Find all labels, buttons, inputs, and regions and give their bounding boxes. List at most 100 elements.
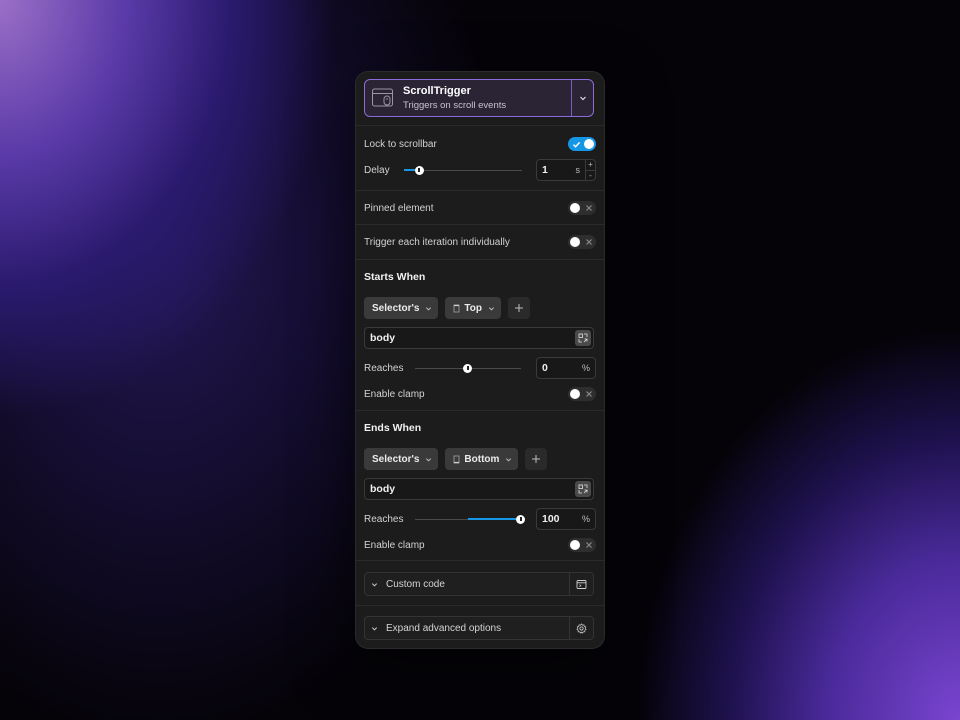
custom-code-section: Custom code [356,561,604,606]
ends-clamp-toggle[interactable] [568,538,596,552]
slider-thumb[interactable] [414,165,424,175]
toggle-knob [570,237,580,247]
toggle-knob [584,139,594,149]
gear-icon [576,622,587,634]
slider-thumb[interactable] [463,363,473,373]
reaches-value[interactable]: 100 [537,513,582,525]
ends-selector-dropdown[interactable]: Selector's [364,448,439,470]
selector-label: Selector's [372,302,420,314]
chevron-down-icon [371,581,378,588]
delay-unit: s [575,165,580,175]
selector-label: Selector's [372,453,420,465]
trigger-type-dropdown[interactable]: ScrollTrigger Triggers on scroll events [364,79,594,117]
iteration-toggle[interactable] [568,235,596,249]
clamp-label: Enable clamp [364,388,425,400]
add-condition-button[interactable] [508,297,530,319]
check-icon [569,137,583,151]
reaches-label: Reaches [364,513,404,525]
element-picker-icon[interactable] [575,481,591,497]
slider-fill [467,518,521,520]
x-icon [582,538,596,552]
delay-label: Delay [364,164,390,176]
pinned-toggle[interactable] [568,201,596,215]
trigger-title: ScrollTrigger [403,84,471,97]
ends-reaches-slider[interactable] [414,513,526,525]
starts-position-dropdown[interactable]: Top [445,297,501,319]
custom-code-collapsible[interactable]: Custom code [364,572,594,596]
settings-button[interactable] [569,617,593,639]
trigger-type-main[interactable]: ScrollTrigger Triggers on scroll events [365,80,571,116]
x-icon [582,235,596,249]
position-label: Top [464,302,482,314]
starts-reaches-input[interactable]: 0 % [536,357,596,379]
align-top-icon [453,304,460,313]
pinned-label: Pinned element [364,202,434,214]
advanced-header[interactable]: Expand advanced options [365,617,569,639]
selector-value[interactable]: body [365,332,395,344]
lock-delay-section: Lock to scrollbar Delay 1 s + - [356,126,604,191]
starts-reaches-row: Reaches 0 % [364,357,596,379]
ends-reaches-input[interactable]: 100 % [536,508,596,530]
element-picker-icon[interactable] [575,330,591,346]
chevron-down-icon [425,305,432,312]
clamp-label: Enable clamp [364,539,425,551]
lock-row: Lock to scrollbar [364,137,596,151]
iteration-label: Trigger each iteration individually [364,236,510,248]
slider-thumb[interactable] [516,514,526,524]
delay-stepper[interactable]: + - [584,160,595,181]
ends-when-section: Ends When Selector's Bottom body Reaches… [356,411,604,561]
delay-input[interactable]: 1 s + - [535,159,596,181]
toggle-knob [570,203,580,213]
starts-clamp-toggle[interactable] [568,387,596,401]
starts-reaches-slider[interactable] [414,362,521,374]
ends-selector-row: Selector's Bottom [364,448,596,470]
trigger-subtitle: Triggers on scroll events [403,99,507,111]
iteration-section: Trigger each iteration individually [356,225,604,260]
advanced-section: Expand advanced options [356,606,604,647]
align-bottom-icon [453,455,460,464]
pinned-section: Pinned element [356,191,604,225]
ends-reaches-row: Reaches 100 % [364,508,596,530]
custom-code-header[interactable]: Custom code [365,573,569,595]
starts-heading-row: Starts When [364,271,596,283]
code-window-button[interactable] [569,573,593,595]
trigger-dropdown-button[interactable] [571,80,593,116]
starts-selector-dropdown[interactable]: Selector's [364,297,439,319]
increment-button[interactable]: + [585,160,595,171]
ends-position-dropdown[interactable]: Bottom [445,448,519,470]
trigger-section: ScrollTrigger Triggers on scroll events [356,72,604,126]
decrement-button[interactable]: - [586,171,595,181]
delay-value[interactable]: 1 [537,164,576,176]
reaches-value[interactable]: 0 [537,362,582,374]
delay-slider[interactable] [403,164,522,176]
toggle-knob [570,540,580,550]
chevron-down-icon [488,305,495,312]
lock-toggle[interactable] [568,137,596,151]
starts-selector-input[interactable]: body [364,327,594,349]
ends-heading: Ends When [364,422,422,434]
chevron-down-icon [371,625,378,632]
plus-icon [515,304,523,312]
starts-when-section: Starts When Selector's Top body Reaches … [356,260,604,411]
ends-selector-input[interactable]: body [364,478,594,500]
selector-value[interactable]: body [365,483,395,495]
x-icon [582,387,596,401]
iteration-row: Trigger each iteration individually [364,235,596,249]
delay-row: Delay 1 s + - [364,159,596,181]
pinned-row: Pinned element [364,201,596,215]
custom-code-label: Custom code [386,578,445,590]
scroll-window-icon [372,88,393,107]
reaches-unit: % [581,363,590,373]
chevron-down-icon [505,456,512,463]
starts-selector-row: Selector's Top [364,297,596,319]
reaches-unit: % [581,514,590,524]
plus-icon [532,455,541,463]
add-condition-button[interactable] [525,448,548,470]
scrolltrigger-panel: ScrollTrigger Triggers on scroll events … [356,72,604,648]
advanced-collapsible[interactable]: Expand advanced options [364,616,594,640]
x-icon [582,201,596,215]
chevron-down-icon [579,96,586,101]
code-window-icon [576,579,587,589]
lock-label: Lock to scrollbar [364,138,437,150]
toggle-knob [570,389,580,399]
